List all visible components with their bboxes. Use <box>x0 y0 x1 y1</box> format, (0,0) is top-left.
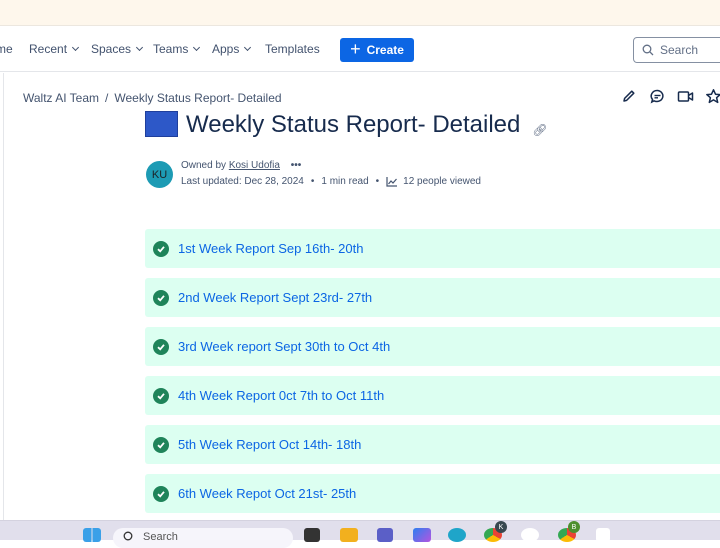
top-navigation: me Recent Spaces Teams Apps Templates + … <box>0 27 720 72</box>
more-options-button[interactable]: ••• <box>291 160 302 171</box>
avatar-initials: KU <box>151 168 168 181</box>
owner-link[interactable]: Kosi Udofia <box>229 160 280 171</box>
edit-icon[interactable] <box>620 87 638 105</box>
nav-templates[interactable]: Templates <box>265 42 320 56</box>
report-link[interactable]: 3rd Week report Sept 30th to Oct 4th <box>178 339 390 354</box>
report-link[interactable]: 1st Week Report Sep 16th- 20th <box>178 241 363 256</box>
create-button[interactable]: + Create <box>340 38 414 62</box>
separator-dot: • <box>310 176 315 187</box>
report-link[interactable]: 4th Week Report 0ct 7th to Oct 11th <box>178 388 384 403</box>
sidebar-edge <box>0 73 4 520</box>
page-actions <box>620 87 720 105</box>
nav-recent-label: Recent <box>29 42 68 56</box>
nav-teams-label: Teams <box>153 42 189 56</box>
report-item[interactable]: 2nd Week Report Sept 23rd- 27th <box>145 278 720 317</box>
search-icon <box>123 531 133 541</box>
breadcrumb-page[interactable]: Weekly Status Report- Detailed <box>114 91 281 105</box>
avatar[interactable]: KU <box>146 161 173 188</box>
comment-icon[interactable] <box>648 87 666 105</box>
report-list: 1st Week Report Sep 16th- 20th 2nd Week … <box>145 229 720 523</box>
check-circle-icon <box>153 387 169 404</box>
nav-teams[interactable]: Teams <box>153 42 201 56</box>
video-icon[interactable] <box>676 87 694 105</box>
check-circle-icon <box>153 289 169 306</box>
view-count[interactable]: 12 people viewed <box>403 176 481 187</box>
breadcrumb-separator: / <box>105 91 109 105</box>
breadcrumb: Waltz AI Team / Weekly Status Report- Deta… <box>23 91 282 105</box>
chevron-down-icon <box>135 43 144 52</box>
search-icon <box>642 44 654 56</box>
owner-byline: Owned by Kosi Udofia ••• <box>181 160 301 171</box>
nav-apps[interactable]: Apps <box>212 42 252 56</box>
breadcrumb-space[interactable]: Waltz AI Team <box>23 91 99 105</box>
read-time: 1 min read <box>321 176 369 187</box>
nav-home[interactable]: me <box>0 42 13 56</box>
plus-icon: + <box>350 39 361 59</box>
separator-dot: • <box>375 176 380 187</box>
create-label: Create <box>366 43 404 57</box>
taskbar-search-placeholder: Search <box>143 531 178 543</box>
nav-home-label: me <box>0 42 13 56</box>
report-item[interactable]: 5th Week Report Oct 14th- 18th <box>145 425 720 464</box>
check-circle-icon <box>153 240 169 257</box>
nav-recent[interactable]: Recent <box>29 42 80 56</box>
nav-spaces-label: Spaces <box>91 42 132 56</box>
nav-apps-label: Apps <box>212 42 240 56</box>
search-input[interactable]: Search <box>633 37 720 63</box>
profile-badge: K <box>495 521 507 533</box>
taskbar-search[interactable]: Search <box>113 528 293 548</box>
last-updated: Last updated: Dec 28, 2024 <box>181 176 304 187</box>
check-circle-icon <box>153 436 169 453</box>
search-placeholder: Search <box>660 43 699 57</box>
star-icon[interactable] <box>704 87 720 105</box>
calendar-icon <box>145 111 178 137</box>
chevron-down-icon <box>244 43 252 52</box>
nav-spaces[interactable]: Spaces <box>91 42 144 56</box>
analytics-icon <box>386 177 398 187</box>
report-item[interactable]: 4th Week Report 0ct 7th to Oct 11th <box>145 376 720 415</box>
link-icon[interactable]: 🔗︎ <box>532 123 547 137</box>
windows-taskbar: Search K B <box>0 520 720 548</box>
owner-prefix: Owned by <box>181 160 227 171</box>
page-title-row: Weekly Status Report- Detailed 🔗︎ <box>145 105 548 137</box>
nav-templates-label: Templates <box>265 42 320 56</box>
chevron-down-icon <box>71 43 80 52</box>
report-link[interactable]: 6th Week Repot Oct 21st- 25th <box>178 486 356 501</box>
profile-badge: B <box>568 521 580 533</box>
report-item[interactable]: 1st Week Report Sep 16th- 20th <box>145 229 720 268</box>
check-circle-icon <box>153 338 169 355</box>
report-item[interactable]: 6th Week Repot Oct 21st- 25th <box>145 474 720 513</box>
chevron-down-icon <box>193 43 201 52</box>
check-circle-icon <box>153 485 169 502</box>
report-link[interactable]: 5th Week Report Oct 14th- 18th <box>178 437 361 452</box>
page-metadata: Last updated: Dec 28, 2024 • 1 min read … <box>181 176 481 187</box>
announcement-banner <box>0 0 720 26</box>
page-title: Weekly Status Report- Detailed <box>186 111 521 137</box>
report-link[interactable]: 2nd Week Report Sept 23rd- 27th <box>178 290 372 305</box>
report-item[interactable]: 3rd Week report Sept 30th to Oct 4th <box>145 327 720 366</box>
